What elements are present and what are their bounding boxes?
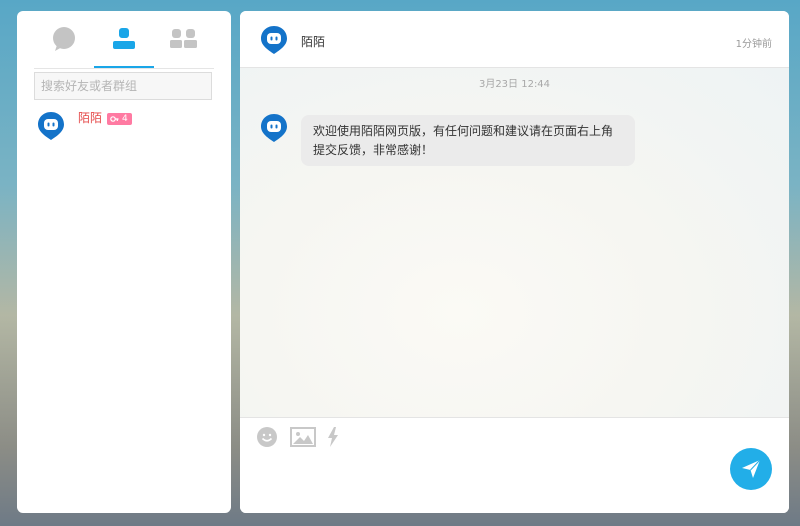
date-separator: 3月23日 12:44 bbox=[478, 79, 551, 90]
tabs-divider bbox=[34, 68, 214, 69]
paper-plane-icon bbox=[742, 459, 761, 478]
image-icon[interactable] bbox=[290, 427, 316, 447]
avatar[interactable] bbox=[260, 25, 288, 55]
avatar bbox=[38, 112, 64, 140]
chat-header: 陌陌 1分钟前 bbox=[240, 11, 789, 68]
lightning-icon[interactable] bbox=[327, 427, 339, 447]
chat-bubble-icon bbox=[53, 27, 75, 51]
user-icon bbox=[113, 28, 135, 49]
contact-badge: 4 bbox=[107, 113, 132, 125]
send-button[interactable] bbox=[730, 448, 772, 490]
chat-panel: 陌陌 1分钟前 3月23日 12:44 欢迎使用陌陌网页版，有任何问题和建议请在… bbox=[240, 11, 789, 513]
last-active-time: 1分钟前 bbox=[735, 39, 772, 50]
key-icon bbox=[110, 116, 119, 122]
search-input[interactable] bbox=[34, 72, 212, 100]
sidebar-tabs bbox=[34, 11, 214, 68]
contact-item[interactable]: 陌陌 4 bbox=[37, 111, 217, 143]
emoji-icon[interactable] bbox=[256, 426, 278, 448]
tab-groups[interactable] bbox=[154, 11, 214, 67]
chat-title: 陌陌 bbox=[301, 35, 326, 49]
message-bubble: 欢迎使用陌陌网页版，有任何问题和建议请在页面右上角提交反馈，非常感谢！ bbox=[301, 115, 635, 166]
composer bbox=[240, 417, 789, 513]
badge-count: 4 bbox=[122, 114, 128, 124]
message-area[interactable]: 3月23日 12:44 欢迎使用陌陌网页版，有任何问题和建议请在页面右上角提交反… bbox=[240, 68, 789, 417]
tab-contacts[interactable] bbox=[94, 11, 154, 68]
group-icon bbox=[170, 29, 197, 48]
contact-name: 陌陌 bbox=[78, 111, 103, 125]
contacts-panel: 陌陌 4 bbox=[17, 11, 231, 513]
avatar[interactable] bbox=[260, 113, 288, 143]
tab-chats[interactable] bbox=[34, 11, 94, 67]
